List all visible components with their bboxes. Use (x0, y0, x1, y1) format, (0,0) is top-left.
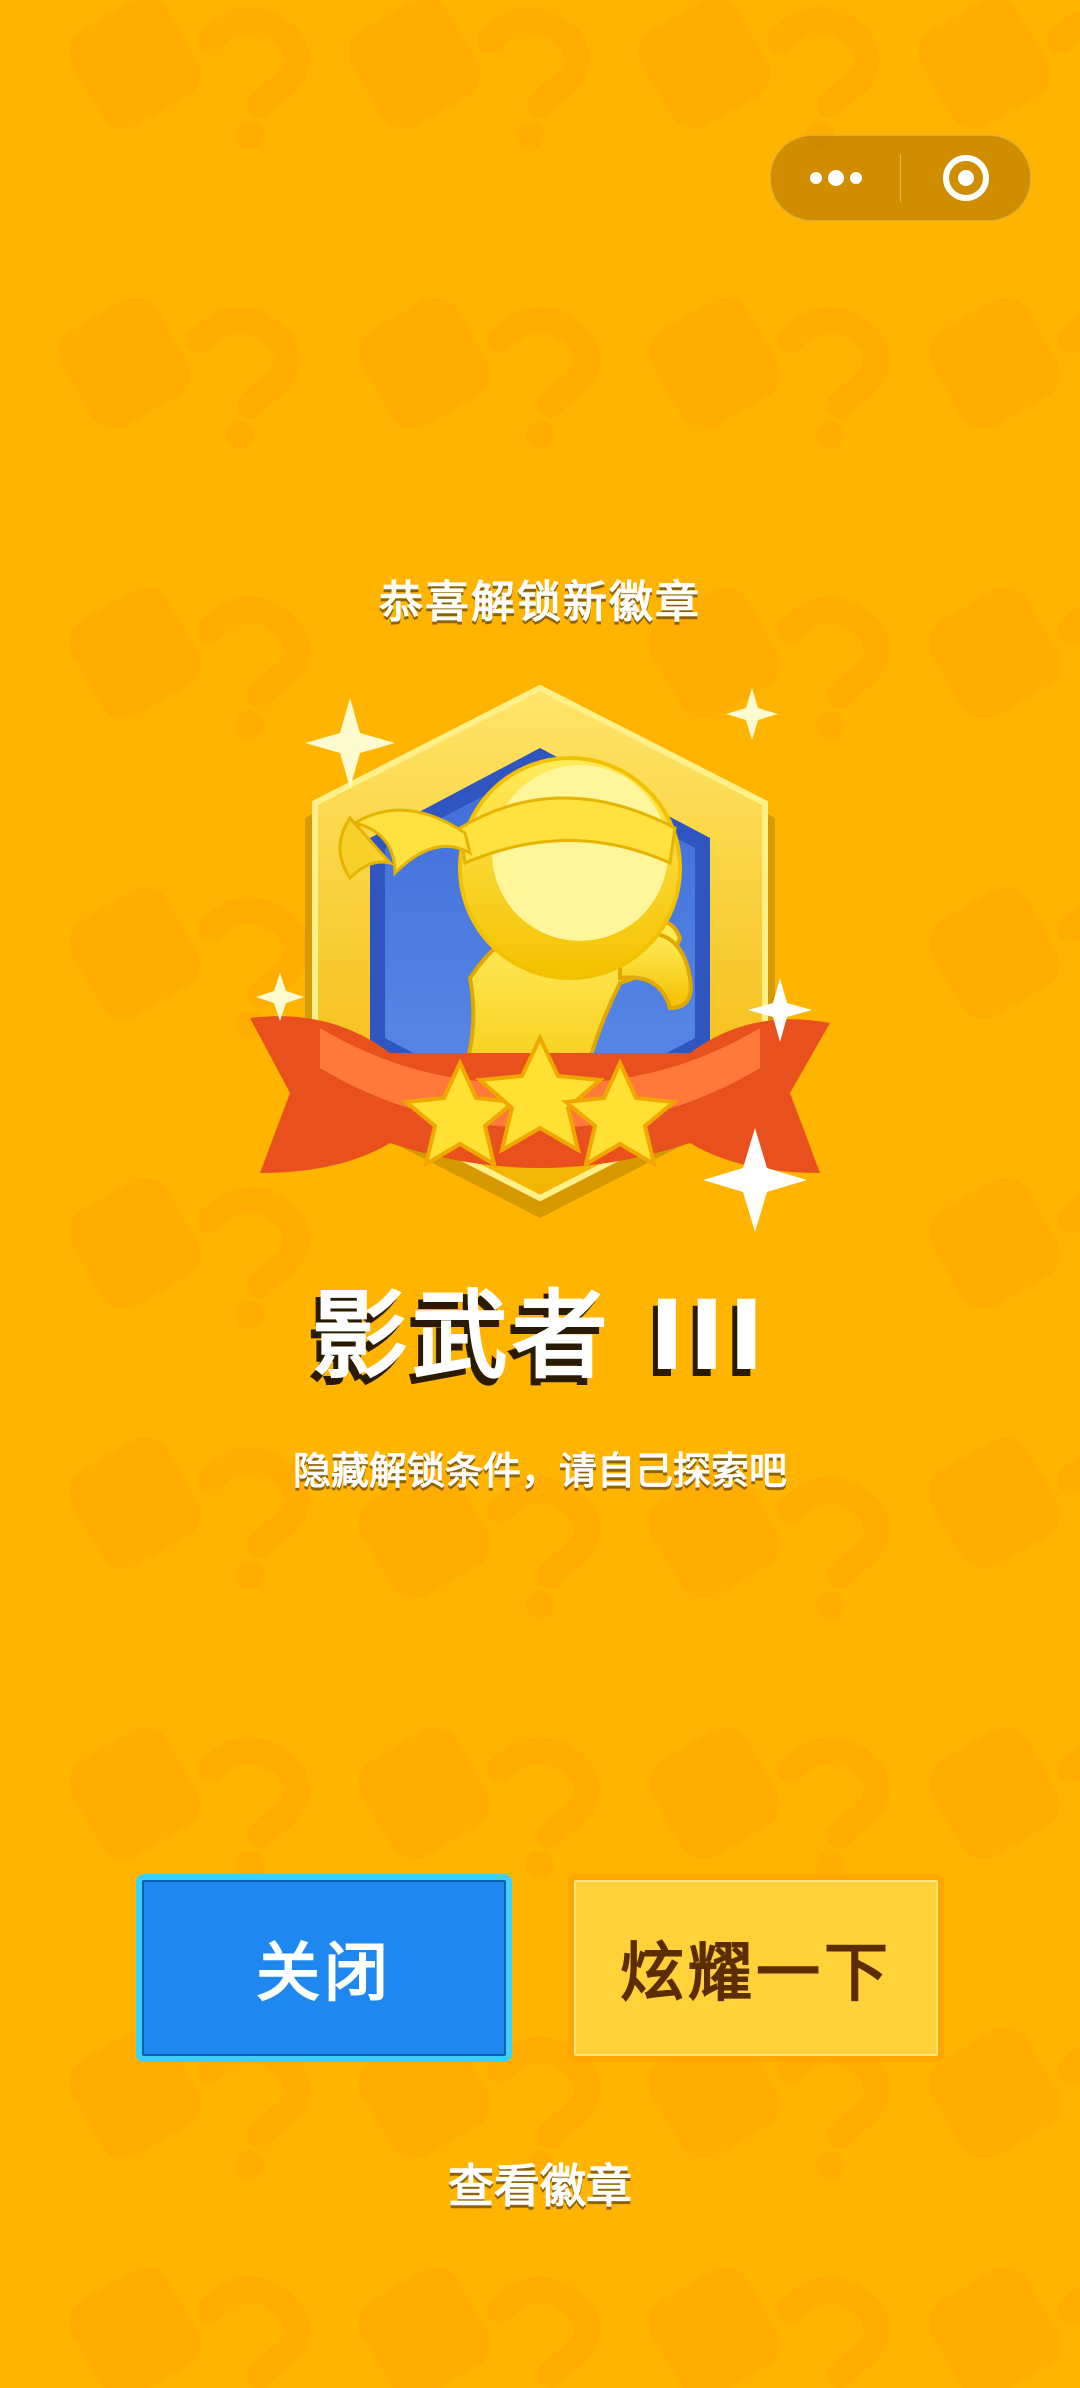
unlock-title: 恭喜解锁新徽章 (379, 577, 701, 628)
unlock-hint: 隐藏解锁条件，请自己探索吧 (292, 1449, 787, 1493)
share-button[interactable]: 炫耀一下 (568, 1874, 944, 2062)
close-button[interactable]: 关闭 (136, 1874, 512, 2062)
more-dots-icon (809, 170, 862, 186)
more-menu-button[interactable] (771, 136, 900, 220)
ninja-hexagon-badge-icon (250, 684, 830, 1232)
target-circle-icon (942, 155, 989, 201)
mini-program-capsule (770, 135, 1031, 221)
badge-name: 影武者 III (311, 1280, 769, 1392)
exit-mini-program-button[interactable] (901, 136, 1030, 220)
view-badges-link[interactable]: 查看徽章 (0, 2150, 1080, 2216)
